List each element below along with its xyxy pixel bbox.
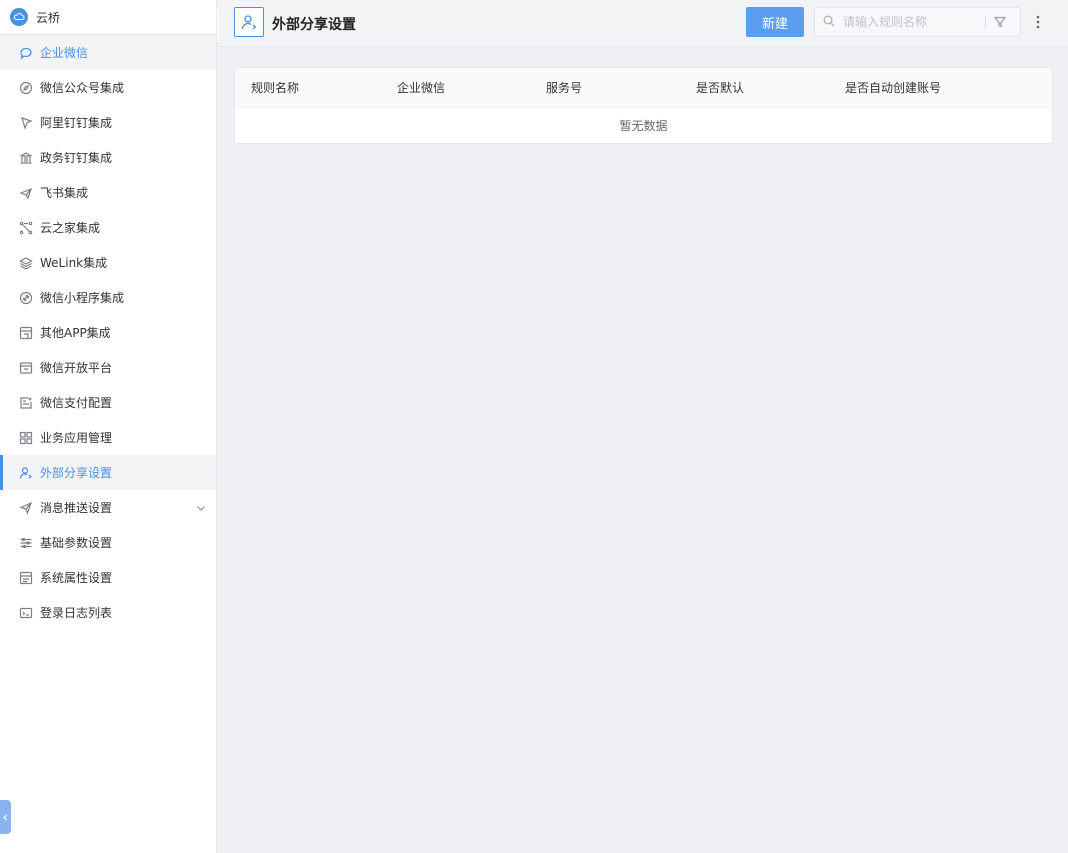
sidebar-item-message-push[interactable]: 消息推送设置 [0,490,216,525]
log-icon [18,605,34,621]
sidebar-item-gov-dingtalk[interactable]: 政务钉钉集成 [0,140,216,175]
sidebar-item-label: 政务钉钉集成 [40,151,113,165]
list-card-icon [18,395,34,411]
form-icon [18,570,34,586]
sidebar-item-label: 消息推送设置 [40,501,113,515]
sidebar-item-business-apps[interactable]: 业务应用管理 [0,420,216,455]
page-title: 外部分享设置 [272,17,356,33]
cloud-logo-icon [10,8,28,26]
chevron-left-icon [2,810,9,824]
grid-icon [18,430,34,446]
sidebar-item-wechat-open[interactable]: 微信开放平台 [0,350,216,385]
search-box [814,7,1021,37]
sidebar-item-system-props[interactable]: 系统属性设置 [0,560,216,595]
nodes-icon [18,220,34,236]
bank-icon [18,150,34,166]
page-header: 外部分享设置 新建 [218,0,1068,47]
sidebar-item-wechat-official[interactable]: 微信公众号集成 [0,70,216,105]
column-header-auto-create-account[interactable]: 是否自动创建账号 [845,79,941,96]
sliders-icon [18,535,34,551]
sidebar-item-label: 基础参数设置 [40,536,113,550]
sidebar-item-label: 微信小程序集成 [40,291,125,305]
sidebar-item-label: 登录日志列表 [40,606,113,620]
sidebar-item-wechat-pay[interactable]: 微信支付配置 [0,385,216,420]
sidebar-item-other-app[interactable]: 其他APP集成 [0,315,216,350]
sidebar-item-label: 系统属性设置 [40,571,113,585]
chevron-down-icon[interactable] [196,502,206,516]
sidebar-item-yunzhijia[interactable]: 云之家集成 [0,210,216,245]
layers-icon [18,255,34,271]
window-icon [18,360,34,376]
sidebar-item-label: 外部分享设置 [40,466,113,480]
column-header-wecom[interactable]: 企业微信 [397,79,445,96]
sidebar-item-label: 微信开放平台 [40,361,113,375]
more-vertical-icon [1036,15,1040,29]
new-button[interactable]: 新建 [746,7,804,37]
user-share-icon [234,7,264,37]
user-share-icon [18,465,34,481]
sidebar: 云桥 企业微信 微信公众号集成 阿里钉钉集成 政务钉钉集成 飞书集成 云之家集成 [0,0,217,853]
link-circle-icon [18,290,34,306]
sidebar-item-label: 阿里钉钉集成 [40,116,113,130]
column-header-service-account[interactable]: 服务号 [546,79,582,96]
sidebar-item-label: 微信公众号集成 [40,81,125,95]
sidebar-item-basic-params[interactable]: 基础参数设置 [0,525,216,560]
sidebar-item-label: 微信支付配置 [40,396,113,410]
pin-icon [18,115,34,131]
send-icon [18,500,34,516]
sidebar-item-label: 其他APP集成 [40,326,111,340]
empty-state: 暂无数据 [619,119,668,133]
search-input[interactable] [843,15,983,29]
bottom-expand-button[interactable] [0,800,11,834]
filter-icon[interactable] [986,8,1014,36]
sidebar-item-label: 业务应用管理 [40,431,113,445]
app-panel-icon [18,325,34,341]
sidebar-item-label: WeLink集成 [40,256,108,270]
compass-icon [18,80,34,96]
column-header-rule-name[interactable]: 规则名称 [251,79,299,96]
sidebar-item-feishu[interactable]: 飞书集成 [0,175,216,210]
sidebar-item-wecom[interactable]: 企业微信 [0,35,216,70]
app-brand[interactable]: 云桥 [0,0,216,35]
sidebar-item-login-log[interactable]: 登录日志列表 [0,595,216,630]
rules-table: 规则名称 企业微信 服务号 是否默认 是否自动创建账号 暂无数据 [234,67,1053,144]
sidebar-item-miniprogram[interactable]: 微信小程序集成 [0,280,216,315]
paper-plane-icon [18,185,34,201]
sidebar-item-welink[interactable]: WeLink集成 [0,245,216,280]
column-header-is-default[interactable]: 是否默认 [696,79,744,96]
sidebar-item-dingtalk[interactable]: 阿里钉钉集成 [0,105,216,140]
sidebar-item-external-share[interactable]: 外部分享设置 [0,455,216,490]
more-options-button[interactable] [1028,12,1048,32]
search-icon [823,15,837,29]
chat-bubble-icon [18,45,34,61]
sidebar-nav: 企业微信 微信公众号集成 阿里钉钉集成 政务钉钉集成 飞书集成 云之家集成 We… [0,35,216,630]
table-header: 规则名称 企业微信 服务号 是否默认 是否自动创建账号 [235,68,1052,108]
app-name: 云桥 [36,10,61,25]
sidebar-item-label: 企业微信 [40,46,89,60]
sidebar-item-label: 云之家集成 [40,221,101,235]
sidebar-item-label: 飞书集成 [40,186,89,200]
